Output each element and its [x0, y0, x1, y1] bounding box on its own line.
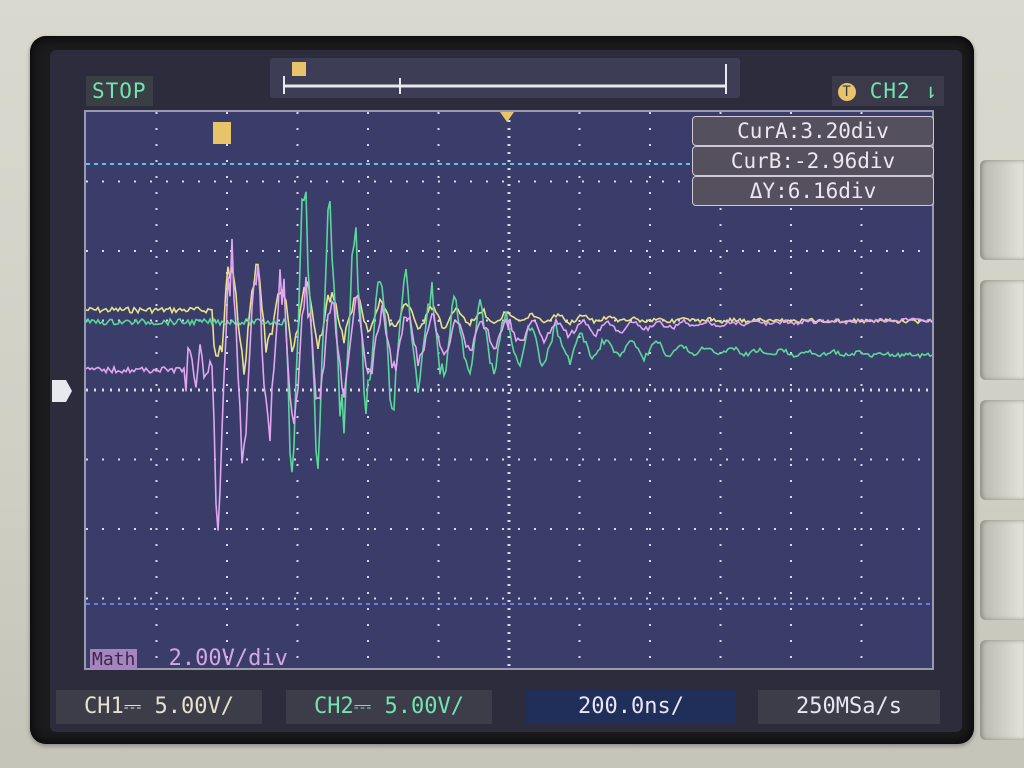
center-marker-icon: [500, 112, 514, 122]
scope-screen: STOP T CH2 ⇂ CurA:3.20div CurB:-2.96div …: [50, 50, 962, 732]
trigger-edge-icon: ⇂: [924, 79, 938, 103]
memory-timeline: [270, 58, 740, 98]
trigger-channel-label: CH2: [869, 79, 911, 103]
softkey-1[interactable]: [980, 160, 1024, 260]
ch1-scale[interactable]: CH1⎓ 5.00V/: [56, 690, 262, 724]
trigger-T-icon: T: [838, 83, 857, 101]
ch2-scale[interactable]: CH2⎓ 5.00V/: [286, 690, 492, 724]
status-bar: CH1⎓ 5.00V/ CH2⎓ 5.00V/ 200.0ns/ 250MSa/…: [50, 686, 962, 730]
sample-rate-readout: 250MSa/s: [758, 690, 940, 724]
timeline-bracket: [283, 62, 727, 94]
softkey-4[interactable]: [980, 520, 1024, 620]
run-status-badge: STOP: [86, 76, 153, 106]
timebase-readout[interactable]: 200.0ns/: [526, 690, 736, 724]
cursor-b-readout: CurB:-2.96div: [692, 146, 934, 176]
ground-marker-icon: [52, 380, 72, 402]
math-channel-info: Math 2.00V/div: [90, 646, 288, 671]
softkey-5[interactable]: [980, 640, 1024, 740]
math-scale: 2.00V/div: [168, 646, 288, 671]
math-tag: Math: [90, 649, 138, 670]
cursor-a-readout: CurA:3.20div: [692, 116, 934, 146]
softkey-2[interactable]: [980, 280, 1024, 380]
softkey-3[interactable]: [980, 400, 1024, 500]
timeline-trigger-icon: [292, 62, 306, 76]
trigger-channel-badge[interactable]: T CH2 ⇂: [832, 76, 944, 106]
cursor-delta-readout: ΔY:6.16div: [692, 176, 934, 206]
trigger-position-icon: [213, 122, 231, 144]
